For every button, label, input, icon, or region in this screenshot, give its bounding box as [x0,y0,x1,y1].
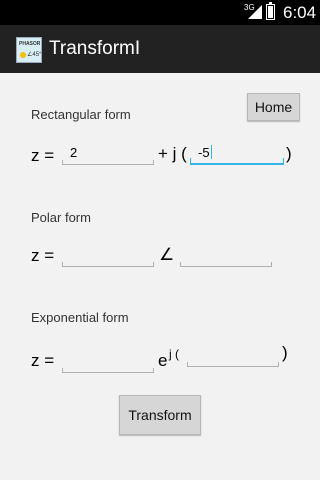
imaginary-part-input[interactable]: -5 [190,143,284,165]
angle-input[interactable] [180,245,272,267]
polar-form-label: Polar form [31,210,91,225]
signal-icon [248,5,262,19]
exponential-magnitude-input[interactable] [62,351,154,373]
plus-j-label: + j ( [158,144,187,163]
polar-z-label: z = [31,246,55,265]
rectangular-form-label: Rectangular form [31,107,131,122]
imaginary-part-value: -5 [198,145,210,160]
angle-symbol: ∠ [159,245,175,264]
exponential-form-label: Exponential form [31,310,129,325]
clock: 6:04 [283,3,317,22]
action-bar: PHASOR ∠45° TransformI [0,25,320,73]
exponential-z-label: z = [31,351,55,370]
exponential-close-paren: ) [282,343,288,362]
magnitude-input[interactable] [62,245,154,267]
exponent-input[interactable] [187,345,279,367]
main-content: Home Rectangular form z = 2 + j ( -5 ) P… [0,73,320,480]
text-cursor [210,145,212,159]
transform-button[interactable]: Transform [119,395,201,435]
exponential-e-symbol: e [158,351,168,370]
home-button[interactable]: Home [247,93,300,121]
app-logo-icon[interactable]: PHASOR ∠45° [16,37,42,63]
status-bar: 3G 6:04 [0,0,320,25]
real-part-input[interactable]: 2 [62,143,154,165]
real-part-value: 2 [70,145,78,160]
app-title: TransformI [49,38,141,59]
battery-icon [266,2,275,20]
exponential-j-paren: j ( [169,347,179,361]
rectangular-z-label: z = [31,146,55,165]
rectangular-close-paren: ) [286,144,292,163]
